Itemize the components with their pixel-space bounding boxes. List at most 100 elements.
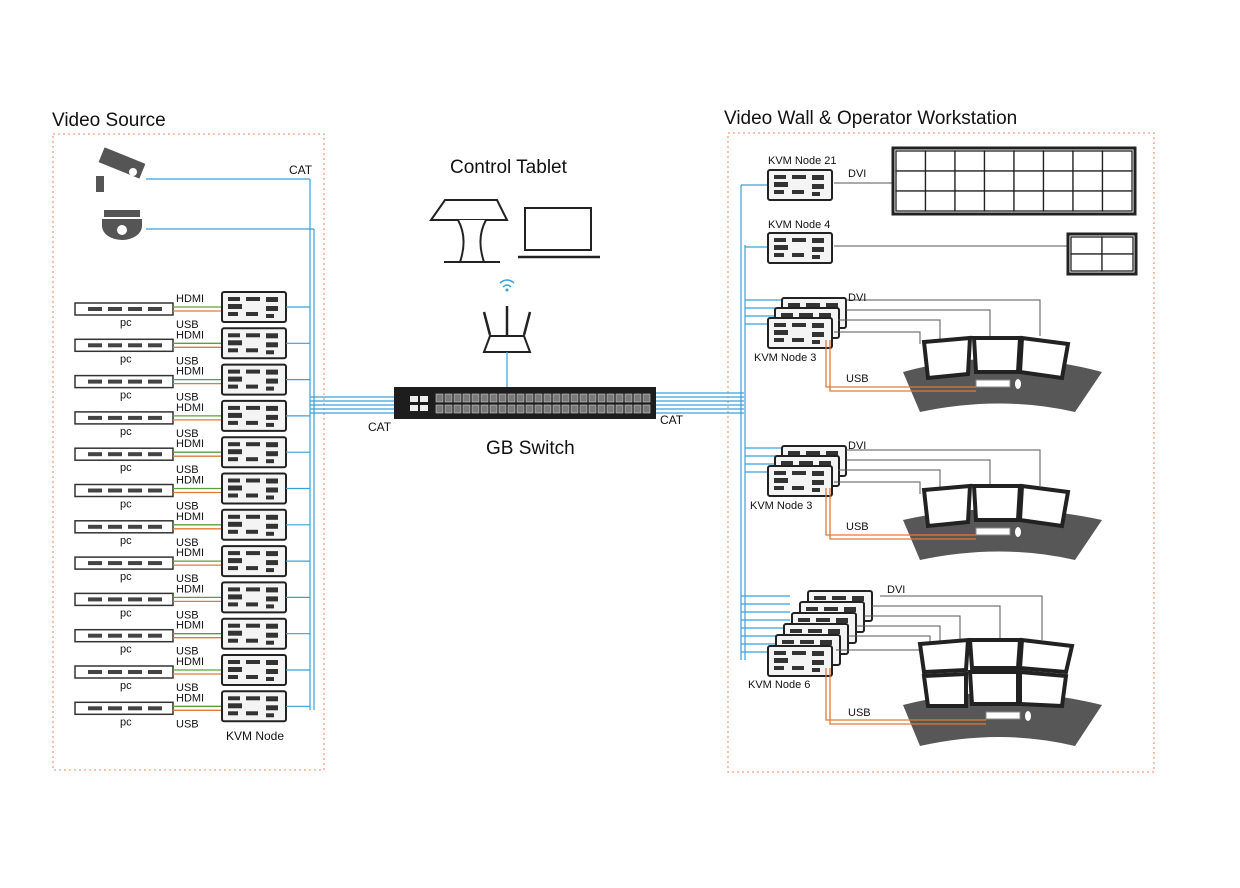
pc-label: pc	[120, 499, 132, 511]
monitor-screen	[917, 637, 971, 675]
pc-label: pc	[120, 426, 132, 438]
kvm-node-4-label: KVM Node 4	[768, 219, 830, 231]
hdmi-label: HDMI	[176, 438, 204, 450]
dvi-cable	[846, 449, 1041, 486]
pc-label: pc	[120, 571, 132, 583]
dvi-cable	[838, 319, 941, 340]
kvm-node-21	[767, 169, 833, 201]
monitor-screen	[971, 484, 1023, 522]
control-tablet-title: Control Tablet	[450, 157, 568, 178]
kvm-node-4-device	[767, 232, 833, 264]
pc-row: pcHDMIUSB	[74, 654, 310, 694]
pc-row: pcHDMIUSB	[74, 436, 310, 476]
left-cat-trunk	[309, 179, 315, 710]
source-kvm-node	[221, 654, 287, 686]
control-tablet-icon	[429, 199, 509, 263]
dvi-cable	[834, 481, 921, 494]
hdmi-label: HDMI	[176, 511, 204, 523]
hdmi-label: HDMI	[176, 547, 204, 559]
dvi-cable	[880, 595, 1043, 640]
keyboard-icon	[985, 711, 1021, 720]
pc-label: pc	[120, 535, 132, 547]
keyboard-icon	[975, 379, 1011, 388]
kvm-node-4	[767, 232, 833, 264]
hdmi-label: HDMI	[176, 293, 204, 305]
pc-label: pc	[120, 644, 132, 656]
hdmi-label: HDMI	[176, 366, 204, 378]
kvm-node-3-label-b: KVM Node 3	[750, 500, 812, 512]
hdmi-label: HDMI	[176, 402, 204, 414]
pc-row: pcHDMIUSB	[74, 617, 310, 658]
pc-row: pcHDMIUSB	[74, 545, 310, 585]
video-wall-small	[1066, 232, 1138, 276]
left-to-switch-bundle	[310, 396, 396, 414]
video-source-title: Video Source	[52, 110, 166, 131]
keyboard-icon	[975, 527, 1011, 536]
pc-label: pc	[120, 680, 132, 692]
video-wall-title: Video Wall & Operator Workstation	[724, 108, 1017, 129]
right-cat-trunk	[740, 185, 746, 660]
monitor-screen	[921, 483, 973, 529]
switch-to-right-bundle	[656, 392, 744, 414]
pc-row: pcHDMIUSB	[74, 399, 310, 440]
usb-label: USB	[176, 718, 199, 730]
gb-switch-icon	[394, 387, 656, 419]
pc-row: pcHDMIUSB	[74, 508, 310, 549]
pc-label: pc	[120, 317, 132, 329]
dvi-label-ws2: DVI	[848, 440, 866, 452]
kvm-node-label: KVM Node	[226, 729, 284, 743]
operator-workstation-2	[767, 445, 1102, 560]
dvi-label-ws1: DVI	[848, 292, 866, 304]
usb-label-ws1: USB	[846, 373, 869, 385]
pc-label: pc	[120, 462, 132, 474]
source-kvm-node	[221, 327, 287, 360]
monitor-screen	[921, 335, 973, 381]
workstation-kvm-node	[767, 465, 833, 497]
pc-label: pc	[120, 353, 132, 365]
source-kvm-node	[221, 399, 287, 432]
dvi-label-ws3: DVI	[887, 584, 905, 596]
pc-label: pc	[120, 716, 132, 728]
pc-row: pcHDMIUSB	[74, 472, 310, 513]
workstation-kvm-node	[767, 645, 833, 677]
pc-rows: pcHDMIUSBpcHDMIUSBpcHDMIUSBpcHDMIUSBpcHD…	[74, 291, 310, 730]
video-wall-large	[891, 146, 1137, 216]
dvi-cable	[834, 331, 921, 344]
mouse-icon	[1015, 379, 1021, 389]
dvi-cable	[856, 625, 941, 644]
wifi-icon	[499, 279, 515, 292]
kvm-topology-diagram: Video Source Video Wall & Operator Works…	[52, 108, 1155, 773]
source-kvm-node	[221, 472, 287, 505]
operator-workstation-1	[767, 297, 1102, 412]
monitor-screen	[967, 638, 1023, 670]
pc-row: pc HDMI USB	[74, 690, 310, 730]
pc-row: pcHDMIUSB	[74, 363, 310, 404]
source-kvm-node	[221, 545, 287, 578]
source-kvm-node	[221, 617, 287, 650]
dome-camera-icon	[102, 210, 142, 240]
kvm-node-21-label: KVM Node 21	[768, 155, 836, 167]
gb-switch-label: GB Switch	[486, 438, 575, 459]
monitor-screen	[967, 670, 1020, 706]
camera-cat-label: CAT	[289, 163, 313, 177]
dvi-cable	[846, 299, 1041, 336]
hdmi-label: HDMI	[176, 620, 204, 632]
source-kvm-node	[221, 508, 287, 541]
hdmi-label: HDMI	[176, 583, 204, 595]
hdmi-label: HDMI	[176, 475, 204, 487]
laptop-icon	[518, 207, 600, 259]
hdmi-label: HDMI	[176, 656, 204, 668]
kvm-node-6-label: KVM Node 6	[748, 679, 810, 691]
mouse-icon	[1015, 527, 1021, 537]
mouse-icon	[1025, 711, 1031, 721]
hdmi-label: HDMI	[176, 329, 204, 341]
dvi-cable	[848, 635, 931, 650]
cat-label-left: CAT	[368, 420, 392, 434]
source-kvm-node	[221, 581, 287, 614]
source-kvm-node	[221, 436, 287, 469]
cat-label-right: CAT	[660, 413, 684, 427]
hdmi-label: HDMI	[176, 692, 204, 704]
pc-row: pcHDMIUSB	[74, 291, 310, 331]
monitor-screen	[1017, 637, 1075, 675]
kvm-node-3-label-a: KVM Node 3	[754, 352, 816, 364]
